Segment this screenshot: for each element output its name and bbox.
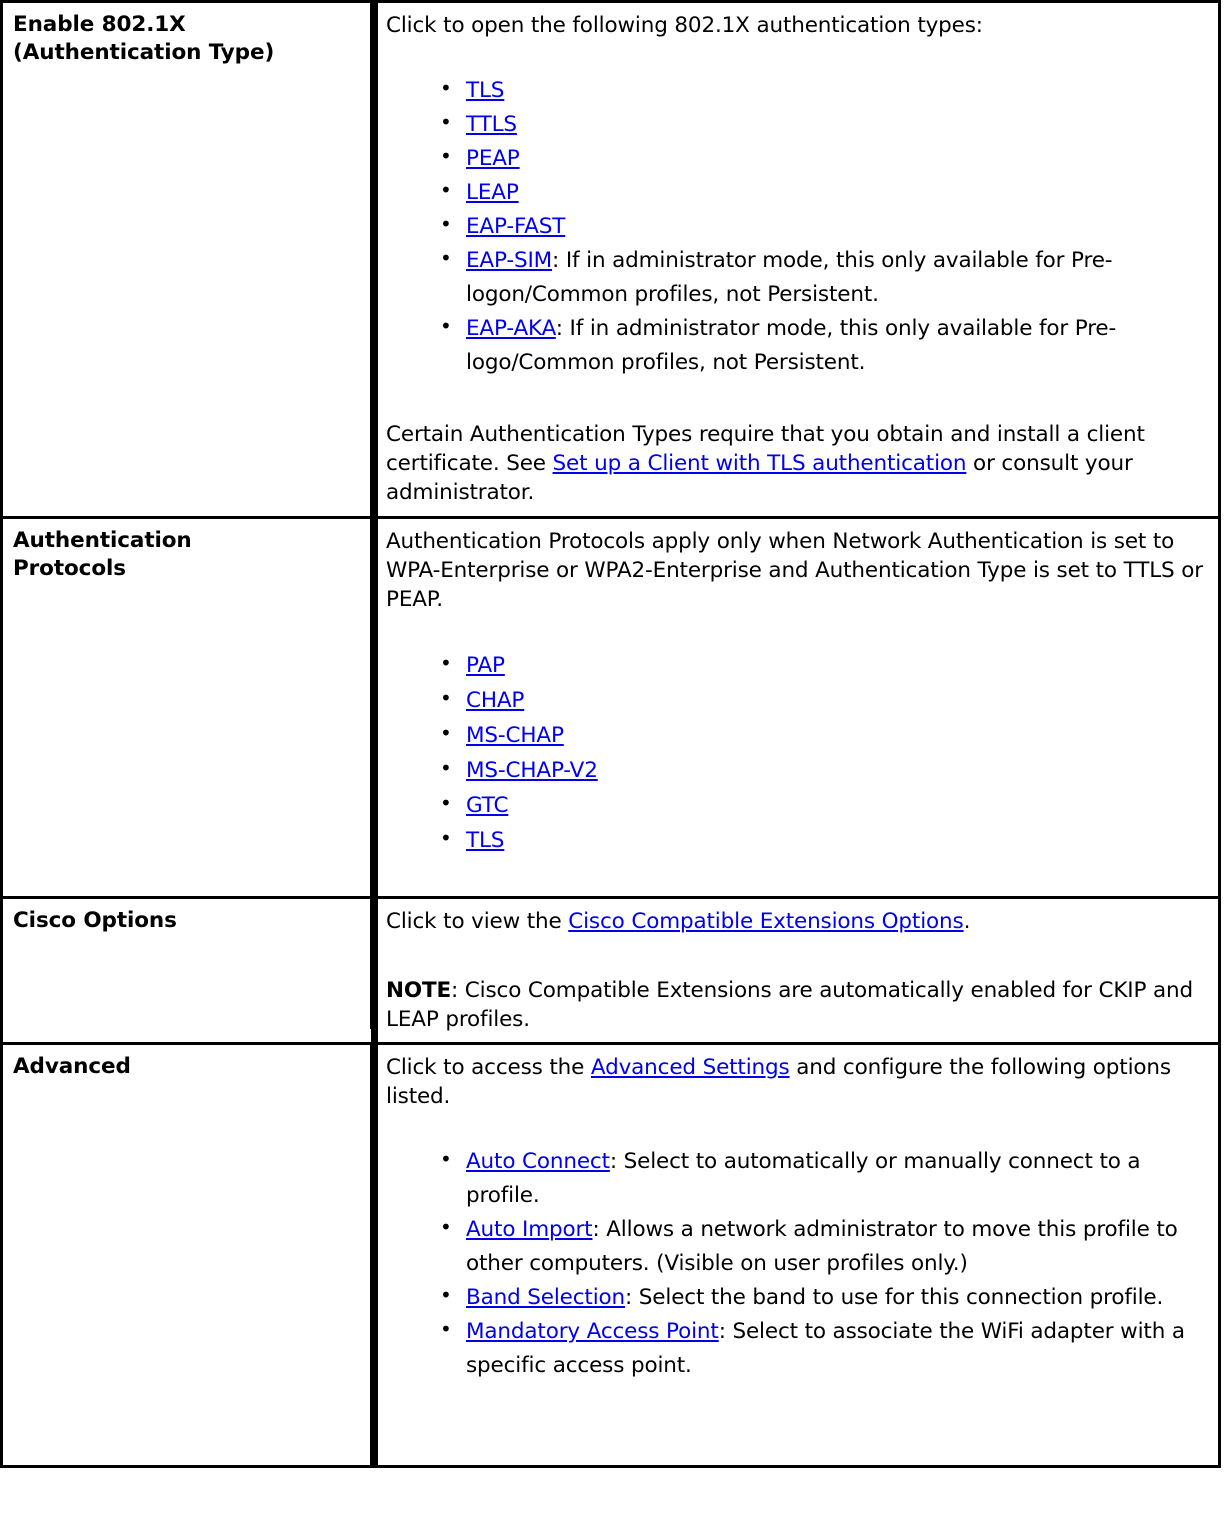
list-item: PEAP <box>440 141 1208 176</box>
table-row: Cisco Options Click to view the Cisco Co… <box>3 899 1218 1046</box>
advanced-intro: Click to access the Advanced Settings an… <box>386 1053 1208 1111</box>
cisco-intro-post: . <box>963 909 971 934</box>
list-item: EAP-SIM: If in administrator mode, this … <box>440 243 1208 312</box>
row-description-cell-authentication-protocols: Authentication Protocols apply only when… <box>374 519 1218 899</box>
row-description-cell-advanced: Click to access the Advanced Settings an… <box>374 1045 1218 1469</box>
link-tls[interactable]: TLS <box>466 78 504 103</box>
link-cisco-compatible-extensions-options[interactable]: Cisco Compatible Extensions Options <box>568 909 963 934</box>
list-item: Auto Connect: Select to automatically or… <box>440 1144 1208 1213</box>
list-item: Mandatory Access Point: Select to associ… <box>440 1314 1208 1383</box>
table-row: Authentication Protocols Authentication … <box>3 519 1218 899</box>
link-eap-fast[interactable]: EAP-FAST <box>466 214 565 239</box>
list-item-text: : If in administrator mode, this only av… <box>466 315 1117 375</box>
advanced-intro-pre: Click to access the <box>386 1055 591 1081</box>
term-line-2: Protocols <box>13 555 126 581</box>
auth-protocol-list: PAP CHAP MS-CHAP MS-CHAP-V2 GTC TLS <box>386 647 1208 858</box>
list-item: CHAP <box>440 682 1208 718</box>
term-line-1: Authentication <box>13 528 192 553</box>
row-label-cell-enable-802-1x: Enable 802.1X (Authentication Type) <box>3 3 374 519</box>
note-text: : Cisco Compatible Extensions are automa… <box>386 978 1193 1033</box>
cisco-intro-pre: Click to view the <box>386 909 569 934</box>
term-line-2: (Authentication Type) <box>13 39 275 65</box>
link-leap[interactable]: LEAP <box>466 180 519 205</box>
list-item-text: : Select the band to use for this connec… <box>625 1284 1164 1310</box>
term-cisco-options: Cisco Options <box>13 907 364 935</box>
table-row: Advanced Click to access the Advanced Se… <box>3 1045 1218 1469</box>
link-auto-connect[interactable]: Auto Connect <box>466 1149 610 1174</box>
link-chap[interactable]: CHAP <box>466 688 524 713</box>
row-label-cell-authentication-protocols: Authentication Protocols <box>3 519 374 899</box>
link-pap[interactable]: PAP <box>466 653 505 678</box>
row-description-cell-cisco-options: Click to view the Cisco Compatible Exten… <box>374 899 1218 1046</box>
table-row: Enable 802.1X (Authentication Type) Clic… <box>3 3 1218 519</box>
intro-text-auth-protocols: Authentication Protocols apply only when… <box>386 529 1203 613</box>
row-label-cell-cisco-options: Cisco Options <box>3 899 374 1046</box>
term-line-1: Advanced <box>13 1054 131 1080</box>
link-advanced-settings[interactable]: Advanced Settings <box>591 1055 790 1080</box>
link-ms-chap[interactable]: MS-CHAP <box>466 723 564 748</box>
cisco-intro: Click to view the Cisco Compatible Exten… <box>386 907 1208 936</box>
term-line-1: Cisco Options <box>13 908 177 933</box>
note-label: NOTE <box>386 978 452 1004</box>
term-advanced: Advanced <box>13 1053 364 1081</box>
term-authentication-protocols: Authentication Protocols <box>13 527 364 583</box>
list-item-text: : If in administrator mode, this only av… <box>466 247 1113 307</box>
auth-type-list: TLS TTLS PEAP LEAP EAP-FAST EAP-SIM: If … <box>386 73 1208 380</box>
list-item: TTLS <box>440 107 1208 142</box>
list-item: LEAP <box>440 175 1208 210</box>
link-gtc[interactable]: GTC <box>466 793 508 818</box>
list-item: TLS <box>440 822 1208 858</box>
list-item: TLS <box>440 73 1208 108</box>
link-eap-sim[interactable]: EAP-SIM <box>466 248 552 273</box>
link-band-selection[interactable]: Band Selection <box>466 1285 625 1310</box>
link-ms-chap-v2[interactable]: MS-CHAP-V2 <box>466 758 598 783</box>
term-line-1: Enable 802.1X <box>13 12 186 37</box>
list-item: Band Selection: Select the band to use f… <box>440 1280 1208 1315</box>
row-description-cell-enable-802-1x: Click to open the following 802.1X authe… <box>374 3 1218 519</box>
link-ttls[interactable]: TTLS <box>466 112 517 137</box>
list-item: MS-CHAP-V2 <box>440 752 1208 788</box>
cisco-note: NOTE: Cisco Compatible Extensions are au… <box>386 976 1208 1034</box>
list-item: GTC <box>440 787 1208 823</box>
list-item: Auto Import: Allows a network administra… <box>440 1212 1208 1281</box>
link-tls-protocol[interactable]: TLS <box>466 828 504 853</box>
link-set-up-client-tls-authentication[interactable]: Set up a Client with TLS authentication <box>553 451 967 476</box>
row-label-cell-advanced: Advanced <box>3 1045 374 1469</box>
link-auto-import[interactable]: Auto Import <box>466 1217 593 1242</box>
certificate-note: Certain Authentication Types require tha… <box>386 420 1208 507</box>
list-item: PAP <box>440 647 1208 683</box>
link-mandatory-access-point[interactable]: Mandatory Access Point <box>466 1319 719 1344</box>
list-item: EAP-AKA: If in administrator mode, this … <box>440 311 1208 380</box>
link-peap[interactable]: PEAP <box>466 146 520 171</box>
list-item: MS-CHAP <box>440 717 1208 753</box>
term-enable-802-1x: Enable 802.1X (Authentication Type) <box>13 11 364 67</box>
list-item: EAP-FAST <box>440 209 1208 244</box>
intro-text-auth-types: Click to open the following 802.1X authe… <box>386 13 983 38</box>
advanced-options-list: Auto Connect: Select to automatically or… <box>386 1144 1208 1383</box>
link-eap-aka[interactable]: EAP-AKA <box>466 316 556 341</box>
settings-reference-table: Enable 802.1X (Authentication Type) Clic… <box>0 0 1221 1469</box>
